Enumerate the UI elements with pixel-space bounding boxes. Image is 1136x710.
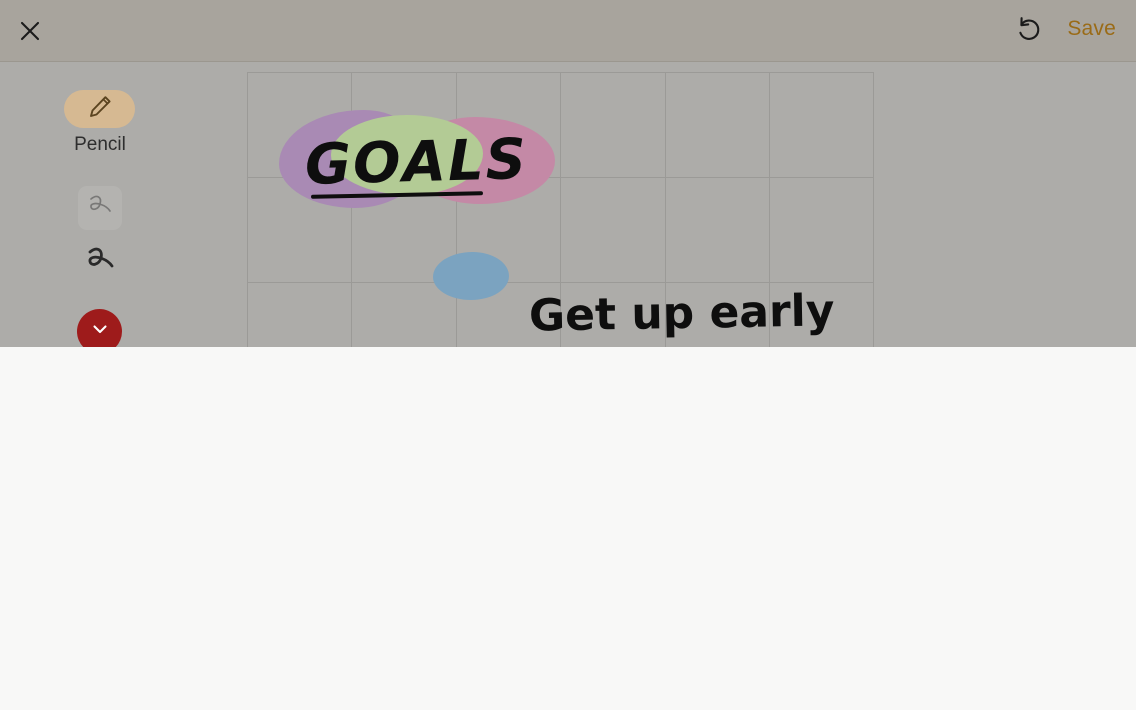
gridline: [247, 282, 874, 283]
gridline: [247, 72, 248, 347]
gridline: [247, 72, 874, 73]
tool-squiggle-bold[interactable]: [78, 240, 122, 284]
gridline: [873, 72, 874, 347]
squiggle-bold-icon: [83, 245, 117, 280]
gridline: [456, 72, 457, 347]
whiteboard-app: Save Pencil GOALS Get up early: [0, 0, 1136, 710]
tool-rail: Pencil: [0, 62, 200, 347]
undo-icon: [1013, 15, 1043, 48]
workspace: Pencil GOALS Get up early: [0, 62, 1136, 347]
tool-expand-button[interactable]: [77, 309, 122, 347]
save-button[interactable]: Save: [1067, 17, 1116, 41]
tool-pencil-label: Pencil: [74, 134, 126, 155]
squiggle-thin-icon: [85, 193, 115, 224]
canvas-text-getup: Get up early: [528, 285, 835, 342]
tool-squiggle-thin[interactable]: [78, 186, 122, 230]
undo-button[interactable]: [1012, 16, 1044, 46]
chevron-down-icon: [89, 318, 111, 345]
pencil-icon: [86, 93, 114, 126]
tool-pencil[interactable]: [64, 90, 135, 128]
blue-blob: [433, 252, 509, 300]
top-bar: Save: [0, 0, 1136, 62]
drawing-canvas[interactable]: GOALS Get up early: [247, 72, 874, 347]
close-button[interactable]: [14, 15, 46, 47]
tool-settings-panel: Pencil Stroke Width Pressure: [0, 347, 1136, 710]
close-icon: [17, 18, 43, 44]
canvas-text-goals: GOALS: [304, 127, 529, 198]
